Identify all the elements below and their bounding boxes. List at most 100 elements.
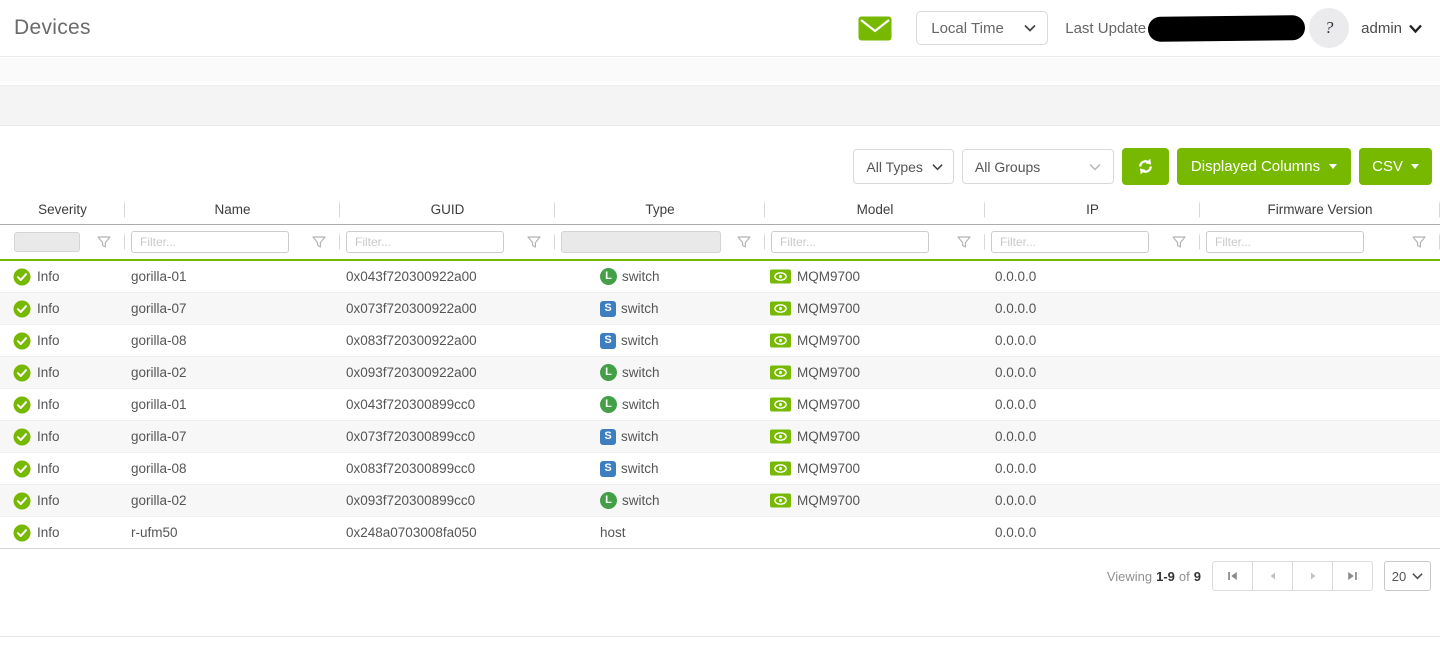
filter-funnel-icon[interactable]	[957, 236, 971, 249]
refresh-button[interactable]	[1122, 148, 1169, 185]
type-label: switch	[621, 333, 659, 348]
guid-filter-input[interactable]	[346, 231, 504, 253]
severity-label: Info	[37, 301, 60, 316]
mail-button[interactable]	[858, 16, 892, 41]
severity-cell: Info	[0, 357, 125, 388]
types-filter-select[interactable]: All Types	[853, 149, 954, 184]
type-cell: L switch	[555, 389, 765, 420]
ip-cell: 0.0.0.0	[985, 389, 1200, 420]
devices-table: Severity Name GUID Type Model IP Firmwar…	[0, 195, 1440, 549]
severity-cell: Info	[0, 325, 125, 356]
type-label: switch	[621, 429, 659, 444]
column-header-guid[interactable]: GUID	[340, 195, 555, 224]
model-label: MQM9700	[797, 429, 860, 444]
filter-funnel-icon[interactable]	[1172, 236, 1186, 249]
first-page-button[interactable]	[1212, 561, 1253, 591]
severity-label: Info	[37, 365, 60, 380]
filter-funnel-icon[interactable]	[97, 236, 111, 249]
name-cell: gorilla-07	[125, 421, 340, 452]
device-row[interactable]: Info gorilla-01 0x043f720300899cc0 L swi…	[0, 389, 1440, 421]
device-row[interactable]: Info gorilla-01 0x043f720300922a00 L swi…	[0, 261, 1440, 293]
severity-cell: Info	[0, 421, 125, 452]
type-cell: S switch	[555, 421, 765, 452]
last-update-label: Last Update	[1065, 20, 1146, 37]
help-button[interactable]: ?	[1309, 8, 1349, 48]
breadcrumb-band	[0, 58, 1440, 81]
device-row[interactable]: Info r-ufm50 0x248a0703008fa050 host 0.0…	[0, 517, 1440, 549]
displayed-columns-label: Displayed Columns	[1191, 158, 1320, 175]
firmware-filter-input[interactable]	[1206, 231, 1364, 253]
displayed-columns-button[interactable]: Displayed Columns	[1177, 148, 1351, 185]
type-filter-select[interactable]	[561, 231, 721, 253]
name-cell: r-ufm50	[125, 517, 340, 548]
device-row[interactable]: Info gorilla-02 0x093f720300899cc0 L swi…	[0, 485, 1440, 517]
previous-page-button[interactable]	[1252, 561, 1293, 591]
severity-label: Info	[37, 333, 60, 348]
name-filter-cell	[125, 225, 340, 259]
type-label: switch	[622, 493, 660, 508]
next-page-icon	[1307, 570, 1319, 582]
filter-funnel-icon[interactable]	[312, 236, 326, 249]
guid-cell: 0x043f720300922a00	[340, 261, 555, 292]
severity-cell: Info	[0, 517, 125, 548]
severity-info-icon	[13, 460, 31, 478]
help-glyph: ?	[1325, 18, 1334, 38]
column-header-name[interactable]: Name	[125, 195, 340, 224]
type-cell: host	[555, 517, 765, 548]
firmware-cell	[1200, 261, 1440, 292]
filter-funnel-icon[interactable]	[1412, 236, 1426, 249]
name-cell: gorilla-07	[125, 293, 340, 324]
groups-filter-value: All Groups	[975, 159, 1040, 175]
firmware-cell	[1200, 517, 1440, 548]
last-page-icon	[1346, 570, 1359, 582]
column-header-type[interactable]: Type	[555, 195, 765, 224]
nvidia-logo-icon	[770, 397, 791, 412]
ip-cell: 0.0.0.0	[985, 293, 1200, 324]
type-label: switch	[622, 365, 660, 380]
type-badge: S	[600, 461, 616, 477]
nvidia-logo-icon	[770, 429, 791, 444]
caret-down-icon	[1411, 164, 1419, 169]
filter-funnel-icon[interactable]	[737, 236, 751, 249]
model-label: MQM9700	[797, 333, 860, 348]
column-header-severity[interactable]: Severity	[0, 195, 125, 224]
device-row[interactable]: Info gorilla-02 0x093f720300922a00 L swi…	[0, 357, 1440, 389]
csv-button[interactable]: CSV	[1359, 148, 1432, 185]
severity-cell: Info	[0, 485, 125, 516]
device-row[interactable]: Info gorilla-07 0x073f720300899cc0 S swi…	[0, 421, 1440, 453]
type-label: switch	[622, 269, 660, 284]
page-size-select[interactable]: 20	[1384, 561, 1431, 591]
type-label: switch	[621, 301, 659, 316]
ip-cell: 0.0.0.0	[985, 357, 1200, 388]
model-cell: MQM9700	[765, 421, 985, 452]
last-page-button[interactable]	[1332, 561, 1373, 591]
column-header-firmware[interactable]: Firmware Version	[1200, 195, 1440, 224]
table-body: Info gorilla-01 0x043f720300922a00 L swi…	[0, 261, 1440, 549]
severity-filter-select[interactable]	[14, 232, 80, 252]
model-label: MQM9700	[797, 269, 860, 284]
column-header-model[interactable]: Model	[765, 195, 985, 224]
top-bar-right: Local Time Last Update ? admin	[858, 8, 1440, 48]
name-cell: gorilla-02	[125, 485, 340, 516]
column-header-ip[interactable]: IP	[985, 195, 1200, 224]
ip-filter-input[interactable]	[991, 231, 1149, 253]
timezone-select[interactable]: Local Time	[916, 11, 1048, 45]
model-filter-input[interactable]	[771, 231, 929, 253]
severity-filter-cell	[0, 225, 125, 259]
filter-funnel-icon[interactable]	[527, 236, 541, 249]
device-row[interactable]: Info gorilla-08 0x083f720300922a00 S swi…	[0, 325, 1440, 357]
user-menu[interactable]: admin	[1361, 20, 1422, 37]
chevron-down-icon	[1412, 572, 1423, 580]
types-filter-value: All Types	[866, 159, 923, 175]
chevron-down-icon	[1024, 24, 1036, 32]
device-row[interactable]: Info gorilla-07 0x073f720300922a00 S swi…	[0, 293, 1440, 325]
name-filter-input[interactable]	[131, 231, 289, 253]
ip-cell: 0.0.0.0	[985, 325, 1200, 356]
severity-cell: Info	[0, 293, 125, 324]
secondary-toolbar-band	[0, 85, 1440, 126]
type-label: host	[600, 525, 626, 540]
ip-cell: 0.0.0.0	[985, 261, 1200, 292]
device-row[interactable]: Info gorilla-08 0x083f720300899cc0 S swi…	[0, 453, 1440, 485]
next-page-button[interactable]	[1292, 561, 1333, 591]
groups-filter-select[interactable]: All Groups	[962, 149, 1114, 184]
